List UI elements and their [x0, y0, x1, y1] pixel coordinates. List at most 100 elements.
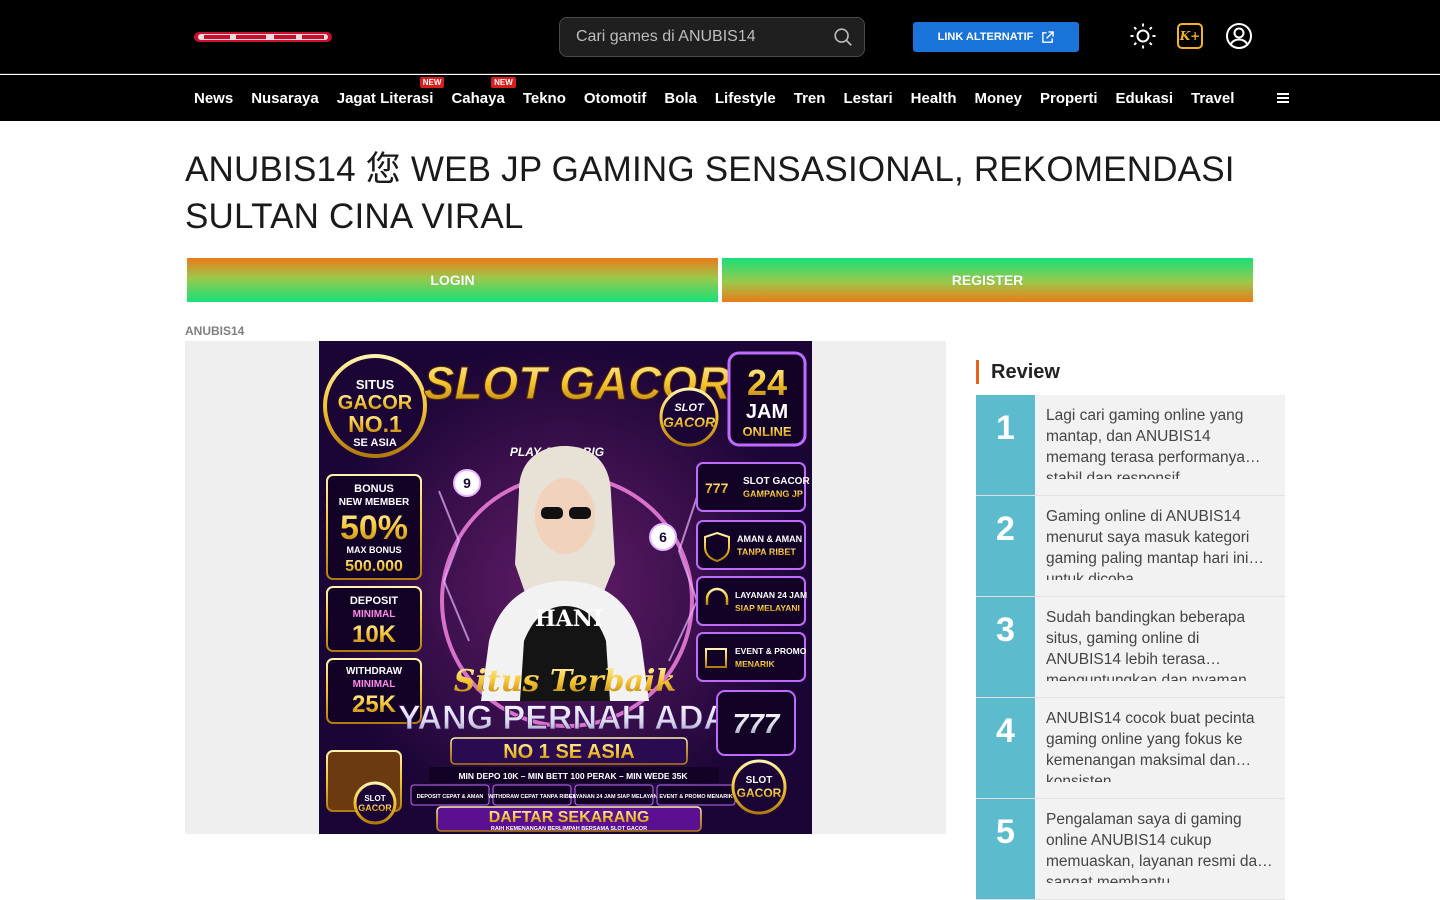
user-account-icon[interactable]	[1225, 22, 1253, 50]
nav-item-label: Tren	[793, 89, 826, 107]
deposit-value: 10K	[352, 621, 397, 648]
search-icon[interactable]	[832, 26, 854, 48]
withdraw-line-2: MINIMAL	[353, 679, 396, 690]
feature-3: LAYANAN 24 JAM SIAP MELAYANI	[696, 576, 807, 626]
article-image-frame: SITUS GACOR NO.1 SE ASIA BONUS NEW MEMBE…	[185, 341, 946, 834]
site-logo[interactable]	[194, 29, 334, 45]
feature-2: AMAN & AMAN TANPA RIBET	[696, 520, 806, 570]
feature-3-line-2: SIAP MELAYANI	[735, 603, 800, 613]
nav-item-label: Tekno	[522, 89, 566, 107]
feature-2-line-2: TANPA RIBET	[737, 547, 796, 557]
nav-item-label: Properti	[1040, 89, 1098, 107]
external-link-icon	[1042, 30, 1055, 43]
bl-coin-line-2: GACOR	[358, 803, 392, 813]
cta-text: DAFTAR SEKARANG	[489, 809, 650, 826]
feature-4-line-1: EVENT & PROMO	[735, 646, 807, 656]
review-text: Lagi cari gaming online yang mantap, dan…	[1046, 407, 1246, 479]
feature-3-line-1: LAYANAN 24 JAM	[735, 590, 807, 600]
nav-item-bola[interactable]: Bola	[655, 90, 706, 107]
nav-list: News Nusaraya Jagat Literasi NEW Cahaya NEW Te…	[185, 75, 1243, 121]
page-title: ANUBIS14 您 WEB JP GAMING SENSASIONAL, RE…	[185, 150, 1235, 236]
image-caption: ANUBIS14	[185, 324, 245, 338]
link-alternatif-button[interactable]: LINK ALTERNATIF	[913, 22, 1079, 52]
nav-item-tren[interactable]: Tren	[785, 90, 835, 107]
review-number: 5	[976, 799, 1035, 899]
review-number: 1	[976, 395, 1035, 495]
main-text: YANG PERNAH ADA	[398, 699, 728, 737]
nav-item-health[interactable]: Health	[902, 90, 966, 107]
feature-4: EVENT & PROMO MENARIK	[696, 632, 807, 682]
br-coin-line-1: SLOT	[746, 775, 773, 786]
mini-feature-3: LAYANAN 24 JAM SIAP MELAYANI	[569, 794, 660, 800]
review-number: 3	[976, 597, 1035, 697]
nav-item-label: Bola	[664, 89, 697, 107]
nav-item-news[interactable]: News	[185, 90, 242, 107]
bonus-line-2: NEW MEMBER	[339, 497, 410, 508]
nav-item-label: Edukasi	[1115, 89, 1174, 107]
hours-online: ONLINE	[742, 424, 791, 439]
search-input[interactable]	[560, 18, 820, 56]
br-coin-line-2: GACOR	[737, 786, 782, 800]
nav-item-jagat-literasi[interactable]: Jagat Literasi NEW	[328, 76, 445, 107]
withdraw-value: 25K	[352, 691, 397, 718]
nav-item-lifestyle[interactable]: Lifestyle	[706, 90, 785, 107]
bonus-line-1: BONUS	[354, 483, 394, 495]
new-badge: NEW	[419, 76, 445, 88]
review-item[interactable]: 4 ANUBIS14 cocok buat pecinta gaming onli…	[976, 698, 1285, 799]
nav-item-label: Money	[974, 89, 1022, 107]
review-list: 1 Lagi cari gaming online yang mantap, da…	[976, 395, 1285, 900]
review-heading: Review	[976, 360, 1060, 384]
nav-item-label: Cahaya	[451, 89, 505, 107]
slot-machine-reels: 777	[733, 708, 781, 739]
review-item[interactable]: 1 Lagi cari gaming online yang mantap, da…	[976, 395, 1285, 496]
nav-item-lestari[interactable]: Lestari	[834, 90, 901, 107]
review-item[interactable]: 2 Gaming online di ANUBIS14 menurut saya …	[976, 496, 1285, 597]
nav-item-nusaraya[interactable]: Nusaraya	[242, 90, 328, 107]
nav-item-otomotif[interactable]: Otomotif	[575, 90, 655, 107]
deposit-line-1: DEPOSIT	[350, 595, 399, 607]
bonus-max: 500.000	[345, 558, 403, 575]
nav-item-edukasi[interactable]: Edukasi	[1107, 90, 1183, 107]
auth-buttons: LOGIN REGISTER	[187, 258, 1253, 302]
review-item[interactable]: 5 Pengalaman saya di gaming online ANUBIS…	[976, 799, 1285, 900]
ball-9-label: 9	[463, 475, 471, 491]
review-item[interactable]: 3 Sudah bandingkan beberapa situs, gaming…	[976, 597, 1285, 698]
kplus-label: K+	[1179, 29, 1201, 43]
nav-item-tekno[interactable]: Tekno	[514, 90, 575, 107]
nav-item-cahaya[interactable]: Cahaya NEW	[442, 76, 516, 107]
nav-item-properti[interactable]: Properti	[1031, 90, 1107, 107]
feature-1-line-1: SLOT GACOR	[743, 476, 810, 487]
top-header: LINK ALTERNATIF K+	[0, 0, 1440, 74]
nav-item-label: Jagat Literasi	[336, 89, 434, 107]
review-text: Sudah bandingkan beberapa situs, gaming …	[1046, 609, 1252, 681]
review-number: 2	[976, 496, 1035, 596]
badge-line-4: SE ASIA	[353, 437, 397, 449]
min-line: MIN DEPO 10K – MIN BETT 100 PERAK – MIN …	[458, 771, 688, 781]
shirt-text: HANI	[535, 606, 603, 632]
feature-1-line-2: GAMPANG JP	[743, 489, 803, 499]
review-text: Gaming online di ANUBIS14 menurut saya m…	[1046, 508, 1250, 580]
feature-1: 777 SLOT GACOR GAMPANG JP	[696, 462, 810, 512]
badge-line-3: NO.1	[348, 411, 402, 437]
nav-item-money[interactable]: Money	[965, 90, 1031, 107]
review-text: Pengalaman saya di gaming online ANUBIS1…	[1046, 811, 1266, 883]
bl-coin-line-1: SLOT	[364, 794, 385, 803]
register-button[interactable]: REGISTER	[722, 258, 1253, 302]
coin-line-1: SLOT	[674, 402, 705, 414]
nav-item-travel[interactable]: Travel	[1182, 90, 1243, 107]
kplus-icon[interactable]: K+	[1177, 23, 1203, 49]
feature-1-icon-text: 777	[705, 480, 729, 496]
review-number: 4	[976, 698, 1035, 798]
hours-number: 24	[747, 362, 787, 403]
login-button[interactable]: LOGIN	[187, 258, 718, 302]
nav-item-label: Health	[910, 89, 957, 107]
promo-banner-image: SITUS GACOR NO.1 SE ASIA BONUS NEW MEMBE…	[319, 341, 812, 834]
cta-sub-text: RAIH KEMENANGAN BERLIMPAH BERSAMA SLOT G…	[491, 826, 647, 832]
mini-feature-2: WITHDRAW CEPAT TANPA RIBET	[488, 794, 576, 800]
nav-item-label: Otomotif	[583, 89, 647, 107]
feature-2-line-1: AMAN & AMAN	[737, 534, 802, 544]
hours-unit: JAM	[746, 401, 788, 423]
theme-toggle-sun-icon[interactable]	[1129, 22, 1157, 50]
feature-4-line-2: MENARIK	[735, 659, 776, 669]
hamburger-menu-icon[interactable]	[1276, 91, 1290, 105]
